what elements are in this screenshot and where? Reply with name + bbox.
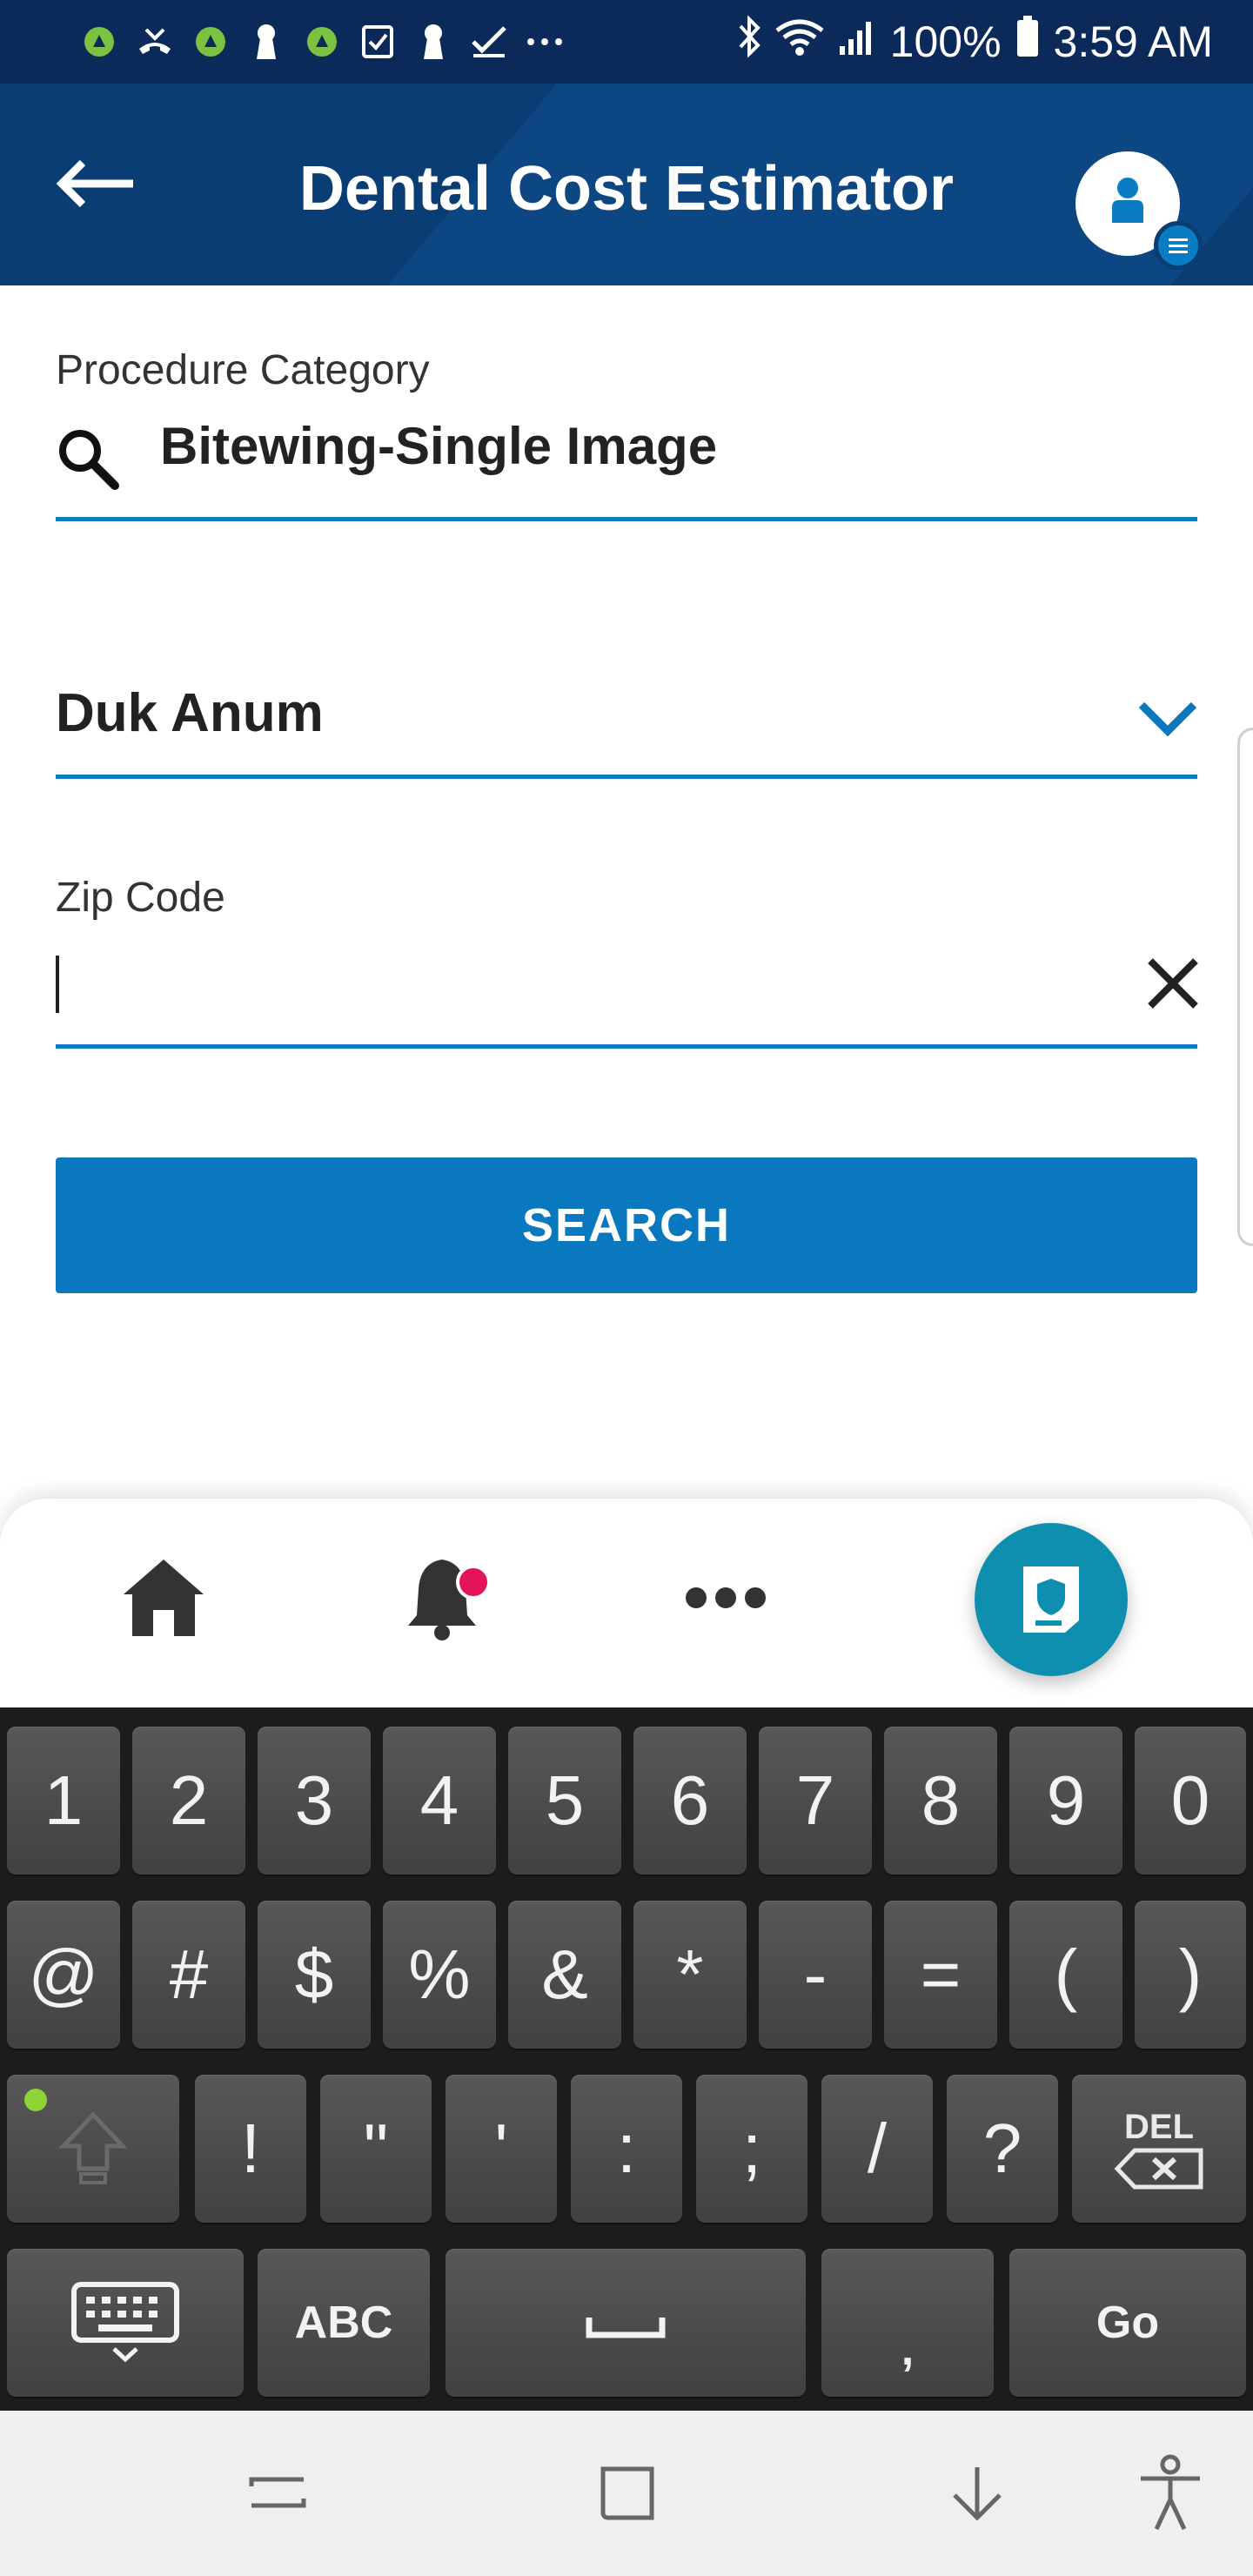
notification-icons: [80, 16, 564, 68]
checkbox-icon: [358, 23, 397, 61]
keyhole-icon: [414, 23, 452, 61]
bluetooth-icon: [737, 15, 761, 68]
home-button[interactable]: [588, 2454, 667, 2532]
app-icon: [80, 23, 118, 61]
key-7[interactable]: 7: [759, 1727, 872, 1875]
key-ampersand[interactable]: &: [508, 1901, 621, 2049]
procedure-category-input[interactable]: Bitewing-Single Image: [160, 416, 717, 476]
app-bar: Dental Cost Estimator: [0, 84, 1253, 285]
key-slash[interactable]: /: [821, 2075, 933, 2223]
zip-code-label: Zip Code: [56, 875, 225, 921]
key-3[interactable]: 3: [258, 1727, 371, 1875]
nav-home[interactable]: [111, 1546, 216, 1650]
hide-keyboard-button[interactable]: [938, 2454, 1016, 2532]
clear-icon[interactable]: [1142, 952, 1204, 1015]
key-equals[interactable]: =: [884, 1901, 997, 2049]
keyboard-switch-key[interactable]: [7, 2249, 244, 2397]
key-8[interactable]: 8: [884, 1727, 997, 1875]
text-cursor: [56, 956, 59, 1013]
recent-apps-button[interactable]: [238, 2454, 317, 2532]
key-0[interactable]: 0: [1135, 1727, 1246, 1875]
down-arrow-icon: [953, 2467, 1002, 2521]
comma-key[interactable]: ,: [821, 2249, 994, 2397]
key-semicolon[interactable]: ;: [696, 2075, 807, 2223]
battery-percent: 100%: [889, 17, 1002, 66]
key-1[interactable]: 1: [7, 1727, 120, 1875]
key-9[interactable]: 9: [1009, 1727, 1122, 1875]
app-icon: [191, 23, 230, 61]
key-4[interactable]: 4: [383, 1727, 496, 1875]
key-exclamation[interactable]: !: [195, 2075, 306, 2223]
procedure-category-label: Procedure Category: [56, 347, 430, 393]
status-bar: 100% 3:59 AM: [0, 0, 1253, 84]
zip-code-input[interactable]: [56, 949, 1100, 1018]
provider-underline: [56, 775, 1197, 779]
home-icon: [124, 1560, 204, 1636]
delete-key[interactable]: DEL: [1072, 2075, 1246, 2223]
battery-icon: [1015, 16, 1040, 68]
key-dollar[interactable]: $: [258, 1901, 371, 2049]
key-colon[interactable]: :: [571, 2075, 682, 2223]
keyhole-icon: [247, 23, 285, 61]
key-single-quote[interactable]: ': [446, 2075, 557, 2223]
wifi-icon: [775, 17, 824, 67]
app-icon: [303, 23, 341, 61]
key-minus[interactable]: -: [759, 1901, 872, 2049]
nav-more[interactable]: [673, 1546, 778, 1650]
bottom-navigation: [0, 1499, 1253, 1707]
key-open-paren[interactable]: (: [1009, 1901, 1122, 2049]
check-icon: [470, 23, 508, 61]
insurance-card-icon: [1023, 1566, 1079, 1633]
go-key[interactable]: Go: [1009, 2249, 1246, 2397]
space-key[interactable]: [446, 2249, 806, 2397]
page-title: Dental Cost Estimator: [298, 154, 955, 224]
status-right: 100% 3:59 AM: [737, 12, 1213, 71]
key-5[interactable]: 5: [508, 1727, 621, 1875]
signal-icon: [838, 17, 876, 67]
search-button[interactable]: SEARCH: [56, 1157, 1197, 1293]
key-double-quote[interactable]: ": [320, 2075, 432, 2223]
key-at[interactable]: @: [7, 1901, 120, 2049]
notification-dot: [456, 1565, 491, 1600]
shift-indicator: [24, 2089, 47, 2111]
menu-lines-icon: [1169, 238, 1188, 253]
key-6[interactable]: 6: [633, 1727, 747, 1875]
del-label: DEL: [1124, 2107, 1194, 2146]
more-dots-icon: [526, 23, 564, 61]
search-icon: [59, 430, 119, 490]
provider-select[interactable]: Duk Anum: [56, 682, 324, 744]
key-asterisk[interactable]: *: [633, 1901, 747, 2049]
procedure-underline: [56, 517, 1197, 521]
recent-apps-icon: [249, 2477, 306, 2508]
key-2[interactable]: 2: [132, 1727, 245, 1875]
home-square-icon: [600, 2466, 654, 2520]
missed-call-icon: [136, 23, 174, 61]
key-percent[interactable]: %: [383, 1901, 496, 2049]
on-screen-keyboard: 1 2 3 4 5 6 7 8 9 0 @ # $ % & * - = ( ) …: [0, 1707, 1253, 2411]
abc-key[interactable]: ABC: [258, 2249, 430, 2397]
key-question[interactable]: ?: [947, 2075, 1058, 2223]
chevron-down-icon[interactable]: [1136, 698, 1199, 738]
more-icon: [686, 1587, 766, 1608]
clock: 3:59 AM: [1053, 17, 1213, 66]
system-navigation-bar: [0, 2411, 1253, 2576]
space-bar-icon: [586, 2318, 666, 2338]
insurance-card-button[interactable]: [975, 1523, 1128, 1676]
accessibility-button[interactable]: [1131, 2454, 1209, 2532]
backspace-icon: [1114, 2148, 1203, 2189]
shift-key[interactable]: [7, 2075, 179, 2223]
profile-menu-badge[interactable]: [1154, 221, 1203, 270]
shift-icon: [58, 2111, 128, 2184]
key-hash[interactable]: #: [132, 1901, 245, 2049]
accessibility-icon: [1141, 2454, 1200, 2531]
key-close-paren[interactable]: ): [1135, 1901, 1246, 2049]
zip-underline: [56, 1044, 1197, 1049]
side-panel-handle[interactable]: [1237, 728, 1253, 1246]
keyboard-icon: [71, 2282, 179, 2363]
